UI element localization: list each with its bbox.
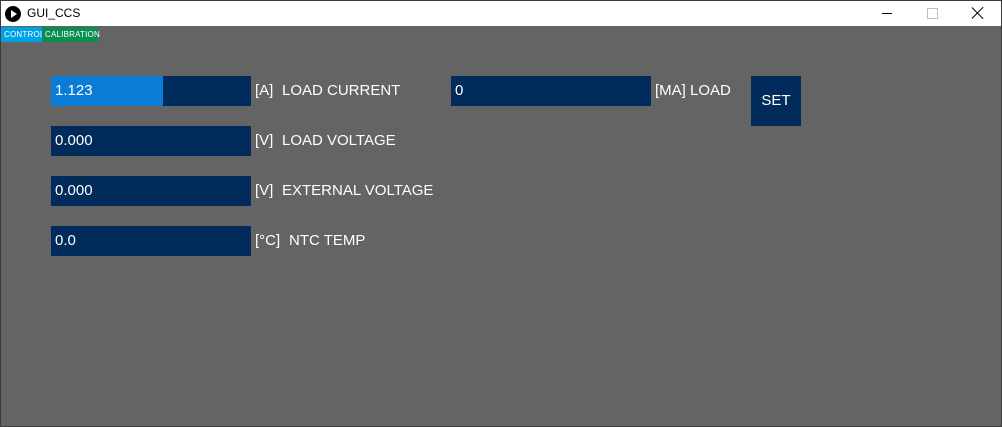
title-bar: GUI_CCS <box>1 1 1001 26</box>
ntc-temp-value: 0.0 <box>55 232 76 249</box>
app-window: GUI_CCS CONTROL CALIBRATION 1.123 [A] LO… <box>0 0 1002 427</box>
set-load-value: 0 <box>455 82 464 99</box>
minimize-icon <box>882 13 892 14</box>
tab-control[interactable]: CONTROL <box>1 27 44 42</box>
ntc-temp-field[interactable]: 0.0 <box>51 226 251 256</box>
maximize-icon <box>927 8 938 19</box>
set-load-label: [MA] LOAD <box>655 82 731 99</box>
load-voltage-field[interactable]: 0.000 <box>51 126 251 156</box>
maximize-button[interactable] <box>909 1 955 26</box>
external-voltage-label: EXTERNAL VOLTAGE <box>282 182 434 199</box>
close-icon <box>971 6 985 20</box>
load-voltage-label: LOAD VOLTAGE <box>282 132 396 149</box>
set-button[interactable]: SET <box>751 76 801 126</box>
window-title: GUI_CCS <box>27 6 81 20</box>
load-current-unit: [A] <box>255 82 274 99</box>
load-current-value: 1.123 <box>55 82 93 99</box>
play-circle-icon <box>5 6 21 22</box>
close-button[interactable] <box>955 1 1001 26</box>
external-voltage-value: 0.000 <box>55 182 93 199</box>
ntc-temp-label: NTC TEMP <box>289 232 366 249</box>
load-voltage-unit: [V] <box>255 132 274 149</box>
set-load-input[interactable]: 0 <box>451 76 651 106</box>
minimize-button[interactable] <box>863 1 909 26</box>
external-voltage-field[interactable]: 0.000 <box>51 176 251 206</box>
load-current-slider[interactable]: 1.123 <box>51 76 251 106</box>
ntc-temp-unit: [°C] <box>255 232 281 249</box>
load-current-label: LOAD CURRENT <box>282 82 401 99</box>
external-voltage-unit: [V] <box>255 182 274 199</box>
load-voltage-value: 0.000 <box>55 132 93 149</box>
tab-calibration[interactable]: CALIBRATION <box>42 27 100 42</box>
